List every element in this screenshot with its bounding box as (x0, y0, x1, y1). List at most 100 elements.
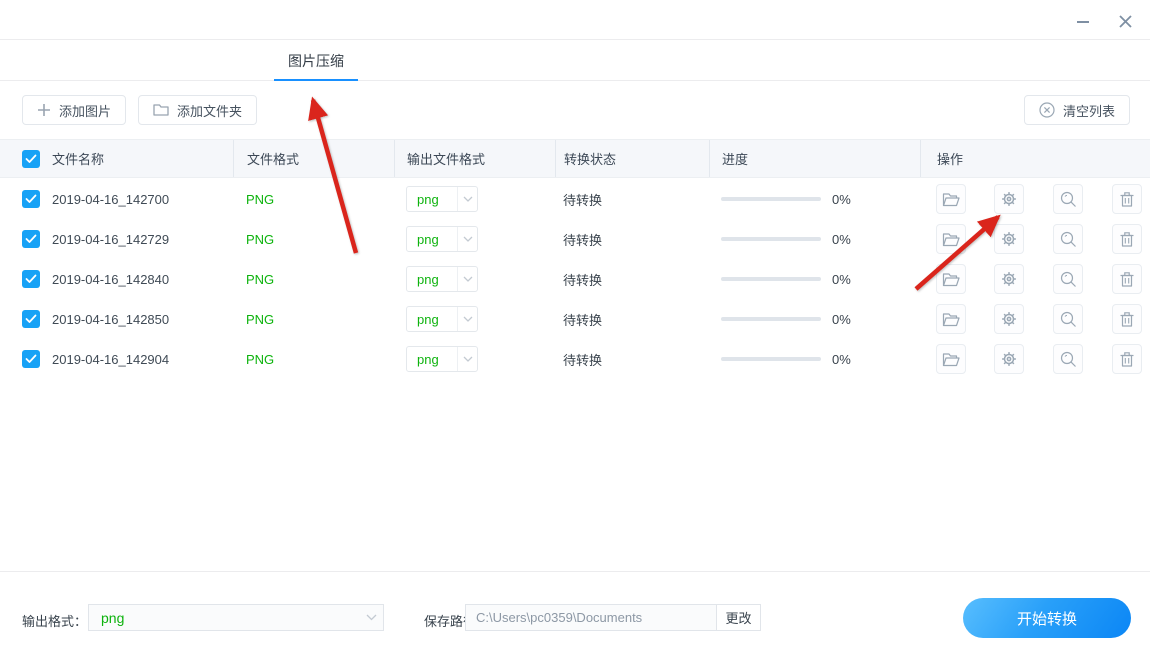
output-format-select[interactable]: png (406, 226, 478, 252)
trash-icon (1120, 271, 1134, 287)
chevron-down-icon (457, 267, 477, 291)
open-folder-icon (942, 272, 960, 286)
chevron-down-icon (457, 347, 477, 371)
output-format-value: png (417, 231, 439, 247)
add-folder-label: 添加文件夹 (177, 103, 243, 119)
progress-bar (721, 357, 821, 361)
tab-label: 图片压缩 (288, 53, 344, 69)
chevron-down-icon (359, 605, 383, 630)
settings-button[interactable] (994, 264, 1024, 294)
file-format: PNG (246, 351, 275, 367)
col-header-format: 文件格式 (247, 152, 300, 167)
add-folder-button[interactable]: 添加文件夹 (138, 95, 258, 125)
settings-button[interactable] (994, 224, 1024, 254)
gear-icon (1002, 352, 1016, 366)
save-path-input[interactable]: C:\Users\pc0359\Documents (465, 604, 717, 631)
gear-icon (1002, 272, 1016, 286)
add-image-label: 添加图片 (59, 103, 112, 119)
file-format: PNG (246, 271, 275, 287)
row-checkbox[interactable] (22, 310, 40, 328)
col-header-status: 转换状态 (564, 152, 617, 167)
toolbar: 添加图片 添加文件夹 清空列表 (0, 81, 1150, 139)
conversion-status: 待转换 (563, 272, 603, 288)
delete-button[interactable] (1112, 184, 1142, 214)
output-format-value: png (417, 191, 439, 207)
output-format-select[interactable]: png (406, 306, 478, 332)
preview-button[interactable] (1053, 344, 1083, 374)
file-name: 2019-04-16_142729 (52, 231, 170, 247)
output-format-value: png (417, 271, 439, 287)
row-checkbox[interactable] (22, 270, 40, 288)
col-header-output-format: 输出文件格式 (407, 152, 486, 167)
tab-bar: 图片压缩 (0, 41, 1150, 82)
preview-button[interactable] (1053, 304, 1083, 334)
open-folder-button[interactable] (936, 224, 966, 254)
progress-percent: 0% (832, 231, 851, 247)
change-path-button[interactable]: 更改 (716, 604, 761, 631)
save-path-value: C:\Users\pc0359\Documents (476, 610, 643, 625)
minimize-icon (1077, 21, 1089, 23)
folder-icon (153, 104, 169, 116)
open-folder-button[interactable] (936, 184, 966, 214)
start-convert-button[interactable]: 开始转换 (963, 598, 1131, 638)
check-icon (25, 194, 37, 203)
close-button[interactable] (1113, 9, 1137, 33)
preview-button[interactable] (1053, 264, 1083, 294)
chevron-down-icon (457, 227, 477, 251)
select-all-checkbox[interactable] (22, 149, 40, 168)
conversion-status: 待转换 (563, 232, 603, 248)
preview-button[interactable] (1053, 184, 1083, 214)
open-folder-button[interactable] (936, 304, 966, 334)
open-folder-icon (942, 232, 960, 246)
close-icon (1118, 14, 1132, 28)
magnifier-icon (1060, 311, 1076, 327)
settings-button[interactable] (994, 304, 1024, 334)
output-format-select[interactable]: png (406, 266, 478, 292)
open-folder-icon (942, 192, 960, 206)
table-row: 2019-04-16_142700 PNG png 待转换 0% (0, 179, 1150, 219)
delete-button[interactable] (1112, 264, 1142, 294)
progress-percent: 0% (832, 311, 851, 327)
check-icon (25, 154, 37, 163)
progress-bar (721, 277, 821, 281)
col-header-name: 文件名称 (52, 152, 105, 167)
row-checkbox[interactable] (22, 230, 40, 248)
output-format-select[interactable]: png (406, 186, 478, 212)
global-output-format-select[interactable]: png (88, 604, 384, 631)
preview-button[interactable] (1053, 224, 1083, 254)
delete-button[interactable] (1112, 304, 1142, 334)
clear-list-button[interactable]: 清空列表 (1024, 95, 1131, 125)
open-folder-button[interactable] (936, 344, 966, 374)
delete-button[interactable] (1112, 224, 1142, 254)
table-row: 2019-04-16_142729 PNG png 待转换 0% (0, 219, 1150, 259)
settings-button[interactable] (994, 184, 1024, 214)
minimize-button[interactable] (1071, 9, 1095, 33)
tab-image-compress[interactable]: 图片压缩 (274, 41, 358, 82)
file-format: PNG (246, 231, 275, 247)
progress-bar (721, 197, 821, 201)
add-image-button[interactable]: 添加图片 (22, 95, 127, 125)
table-row: 2019-04-16_142850 PNG png 待转换 0% (0, 299, 1150, 339)
settings-button[interactable] (994, 344, 1024, 374)
open-folder-icon (942, 312, 960, 326)
magnifier-icon (1060, 351, 1076, 367)
row-checkbox[interactable] (22, 190, 40, 208)
file-name: 2019-04-16_142840 (52, 271, 170, 287)
table-row: 2019-04-16_142904 PNG png 待转换 0% (0, 339, 1150, 379)
col-header-actions: 操作 (937, 152, 964, 167)
delete-button[interactable] (1112, 344, 1142, 374)
file-format: PNG (246, 311, 275, 327)
gear-icon (1002, 312, 1016, 326)
col-header-progress: 进度 (722, 152, 749, 167)
file-format: PNG (246, 191, 275, 207)
open-folder-button[interactable] (936, 264, 966, 294)
trash-icon (1120, 311, 1134, 327)
open-folder-icon (942, 352, 960, 366)
clear-list-label: 清空列表 (1063, 103, 1116, 119)
output-format-select[interactable]: png (406, 346, 478, 372)
titlebar (0, 0, 1150, 40)
file-name: 2019-04-16_142904 (52, 351, 170, 367)
conversion-status: 待转换 (563, 312, 603, 328)
row-checkbox[interactable] (22, 350, 40, 368)
table-header: 文件名称 文件格式 输出文件格式 转换状态 进度 操作 (0, 139, 1150, 178)
